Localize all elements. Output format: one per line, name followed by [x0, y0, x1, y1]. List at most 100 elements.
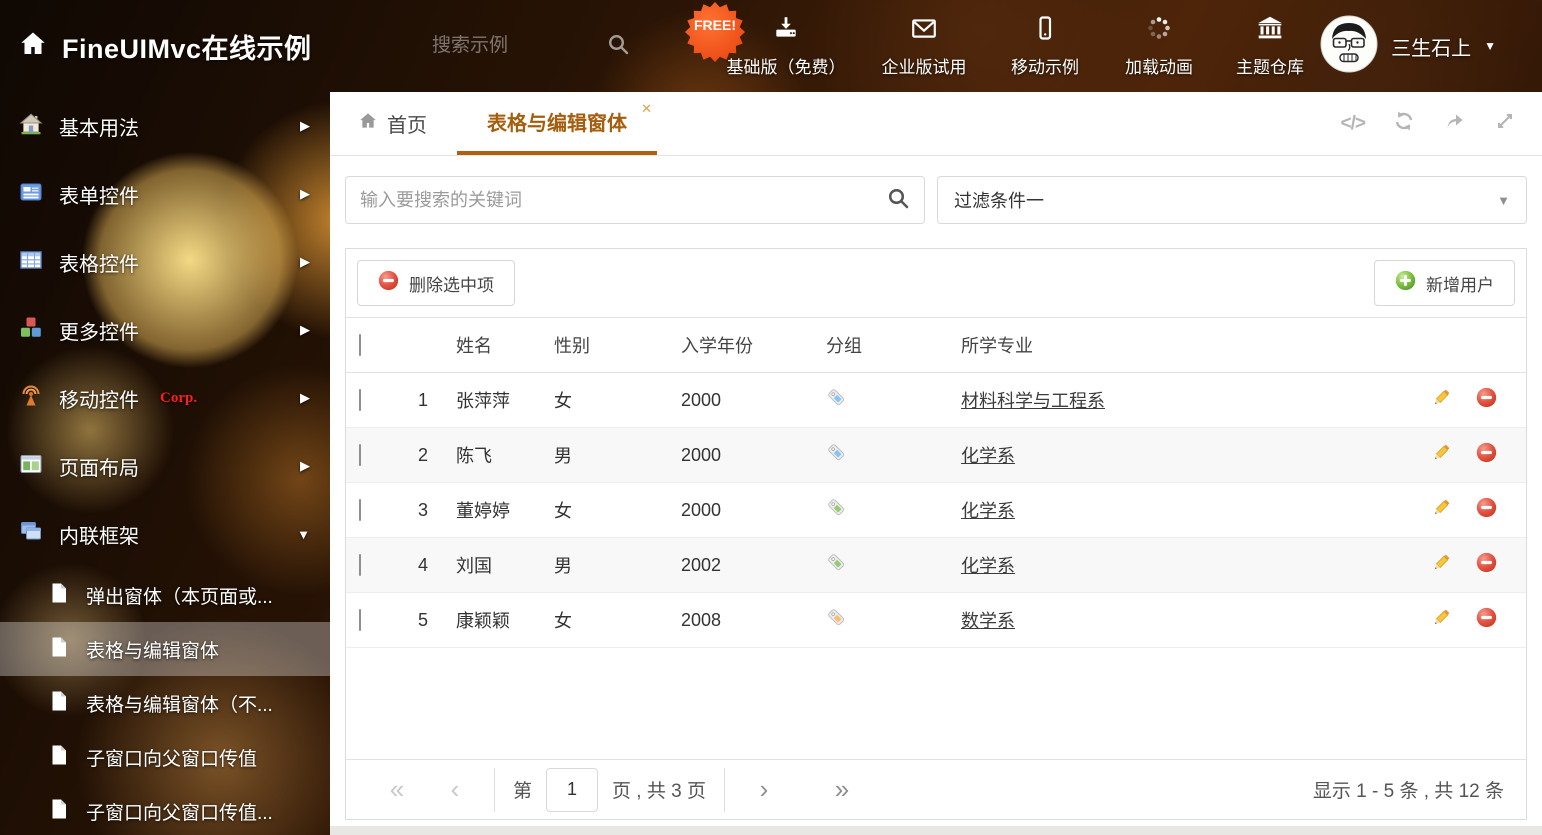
expand-icon[interactable]	[1494, 110, 1516, 137]
plus-circle-icon	[1395, 270, 1416, 296]
row-checkbox[interactable]	[359, 554, 361, 576]
nav-label: 移动示例	[1011, 53, 1079, 78]
brand[interactable]: FineUIMvc在线示例	[18, 0, 312, 92]
refresh-icon[interactable]	[1392, 109, 1416, 138]
delete-row-icon[interactable]	[1476, 442, 1497, 468]
sidebar-subitem-label: 子窗口向父窗口传值...	[86, 798, 273, 825]
next-page-button[interactable]: ›	[735, 774, 793, 805]
sidebar-item-more-controls[interactable]: 更多控件 ▶	[0, 296, 330, 364]
sidebar-item-label: 基本用法	[59, 112, 139, 141]
file-icon	[48, 744, 70, 771]
filter-dropdown-value: 过滤条件一	[954, 187, 1497, 213]
file-icon	[48, 798, 70, 825]
avatar	[1320, 15, 1378, 78]
sidebar-subitem-popup-window[interactable]: 弹出窗体（本页面或...	[0, 568, 330, 622]
delete-selected-button[interactable]: 删除选中项	[357, 260, 515, 306]
row-number: 5	[396, 610, 436, 631]
page-number-input[interactable]	[546, 768, 598, 812]
search-icon[interactable]	[886, 186, 910, 215]
major-link[interactable]: 数学系	[961, 611, 1015, 631]
cell-gender: 女	[554, 497, 681, 523]
sidebar-item-form-controls[interactable]: 表单控件 ▶	[0, 160, 330, 228]
cell-year: 2008	[681, 610, 826, 631]
major-link[interactable]: 化学系	[961, 501, 1015, 521]
edit-pencil-icon[interactable]	[1430, 387, 1452, 414]
column-header-major[interactable]: 所学专业	[941, 332, 1430, 358]
sidebar-subitem-grid-edit-window-2[interactable]: 表格与编辑窗体（不...	[0, 676, 330, 730]
chevron-down-icon: ▼	[1484, 39, 1496, 53]
top-nav: 基础版（免费） 企业版试用 移动示例 加载动画	[716, 0, 1320, 92]
nav-theme-repo[interactable]: 主题仓库	[1220, 15, 1320, 78]
sidebar-item-inline-frame[interactable]: 内联框架 ▼	[0, 500, 330, 568]
bottom-scroll-strip	[330, 826, 1542, 835]
cell-gender: 男	[554, 442, 681, 468]
form-icon	[18, 179, 44, 210]
sidebar-item-label: 更多控件	[59, 316, 139, 345]
row-checkbox[interactable]	[359, 444, 361, 466]
delete-row-icon[interactable]	[1476, 552, 1497, 578]
free-badge: FREE!	[684, 1, 746, 61]
table-row: 1 张萍萍 女 2000 材料科学与工程系	[346, 373, 1526, 428]
share-arrow-icon[interactable]	[1443, 109, 1467, 138]
major-link[interactable]: 材料科学与工程系	[961, 391, 1105, 411]
row-checkbox[interactable]	[359, 389, 361, 411]
sidebar-item-grid-controls[interactable]: 表格控件 ▶	[0, 228, 330, 296]
nav-loading-animation[interactable]: 加载动画	[1106, 15, 1212, 78]
user-menu[interactable]: 三生石上 ▼	[1320, 0, 1496, 92]
sidebar-item-basic-usage[interactable]: 基本用法 ▶	[0, 92, 330, 160]
sidebar-subitem-child-to-parent[interactable]: 子窗口向父窗口传值	[0, 730, 330, 784]
major-link[interactable]: 化学系	[961, 446, 1015, 466]
edit-pencil-icon[interactable]	[1430, 497, 1452, 524]
search-icon[interactable]	[606, 32, 630, 61]
major-link[interactable]: 化学系	[961, 556, 1015, 576]
column-header-year[interactable]: 入学年份	[681, 332, 826, 358]
layout-icon	[18, 451, 44, 482]
add-user-button[interactable]: 新增用户	[1374, 260, 1515, 306]
edit-pencil-icon[interactable]	[1430, 552, 1452, 579]
close-icon[interactable]: ✕	[641, 101, 652, 117]
tab-grid-edit-window[interactable]: 表格与编辑窗体 ✕	[457, 92, 657, 155]
keyword-search-input[interactable]	[360, 190, 886, 211]
row-checkbox[interactable]	[359, 609, 361, 631]
top-search-input[interactable]	[432, 35, 582, 57]
antenna-icon	[18, 383, 44, 414]
sidebar-subitem-child-to-parent-2[interactable]: 子窗口向父窗口传值...	[0, 784, 330, 835]
delete-row-icon[interactable]	[1476, 497, 1497, 523]
edit-pencil-icon[interactable]	[1430, 442, 1452, 469]
column-header-gender[interactable]: 性别	[554, 332, 681, 358]
sidebar-item-label: 移动控件	[59, 384, 139, 413]
tab-home[interactable]: 首页	[358, 92, 427, 155]
delete-row-icon[interactable]	[1476, 607, 1497, 633]
chevron-right-icon: ▶	[300, 118, 310, 134]
nav-mobile-demo[interactable]: 移动示例	[992, 15, 1098, 78]
download-icon	[772, 15, 800, 46]
page-label-suffix: 页 , 共 3 页	[612, 776, 706, 803]
sidebar-item-mobile-controls[interactable]: 移动控件 Corp. ▶	[0, 364, 330, 432]
spinner-icon	[1146, 15, 1172, 46]
row-checkbox[interactable]	[359, 499, 361, 521]
nav-enterprise-trial[interactable]: 企业版试用	[864, 15, 984, 78]
prev-page-button[interactable]: ‹	[426, 774, 484, 805]
column-header-group[interactable]: 分组	[826, 332, 941, 358]
chevron-down-icon: ▼	[1497, 193, 1510, 208]
first-page-button[interactable]: «	[368, 774, 426, 805]
cell-name: 陈飞	[436, 442, 554, 468]
sidebar-subitem-label: 弹出窗体（本页面或...	[86, 582, 273, 609]
divider	[494, 768, 495, 812]
filter-dropdown[interactable]: 过滤条件一 ▼	[937, 176, 1527, 224]
row-number: 4	[396, 555, 436, 576]
last-page-button[interactable]: »	[813, 774, 871, 805]
select-all-checkbox[interactable]	[359, 334, 361, 356]
table-row: 4 刘国 男 2002 化学系	[346, 538, 1526, 593]
file-icon	[48, 690, 70, 717]
column-header-name[interactable]: 姓名	[436, 332, 554, 358]
delete-row-icon[interactable]	[1476, 387, 1497, 413]
sidebar: 基本用法 ▶ 表单控件 ▶ 表格控件 ▶ 更多控件 ▶	[0, 92, 330, 835]
edit-pencil-icon[interactable]	[1430, 607, 1452, 634]
sidebar-item-page-layout[interactable]: 页面布局 ▶	[0, 432, 330, 500]
tab-toolbar: </>	[1341, 92, 1542, 155]
sidebar-item-label: 内联框架	[59, 520, 139, 549]
source-code-icon[interactable]: </>	[1341, 113, 1365, 135]
sidebar-subitem-grid-edit-window[interactable]: 表格与编辑窗体	[0, 622, 330, 676]
cell-year: 2000	[681, 500, 826, 521]
